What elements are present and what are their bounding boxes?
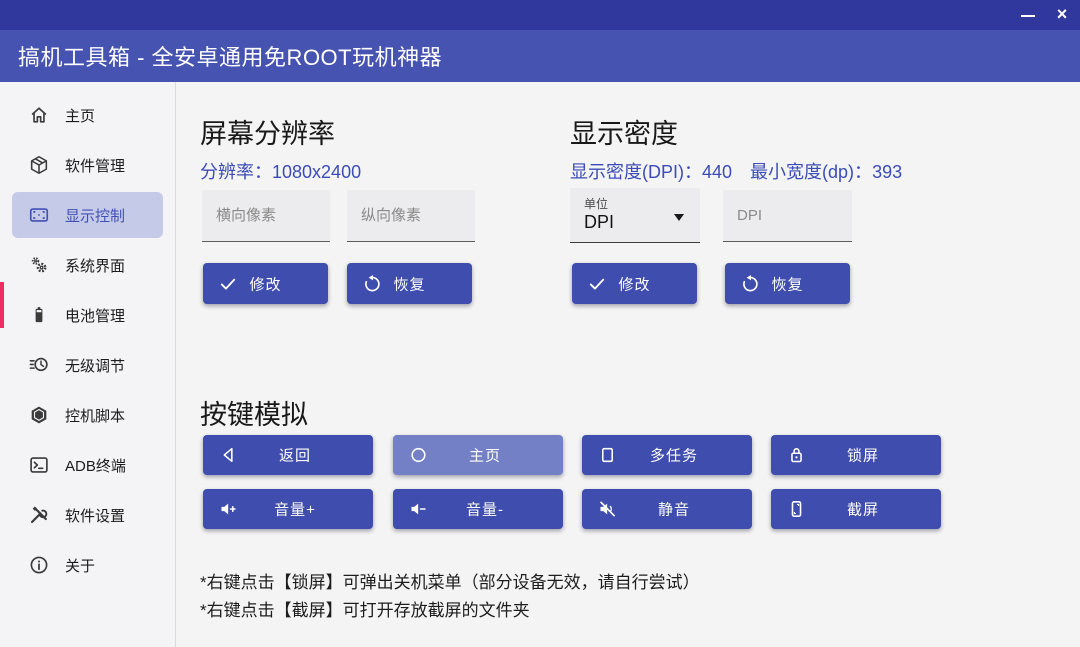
horizontal-pixels-input[interactable] (202, 190, 330, 242)
min-width-value: 393 (872, 162, 902, 182)
sidebar-item-label: 系统界面 (65, 255, 125, 276)
sidebar-item-label: 软件设置 (65, 505, 125, 526)
tuning-clock-icon (28, 354, 50, 376)
resolution-section-title: 屏幕分辨率 (200, 112, 335, 151)
minimize-button[interactable] (1012, 0, 1044, 30)
sidebar-item-label: ADB终端 (65, 455, 126, 476)
button-label: 音量+ (203, 499, 373, 520)
lock-screen-note: *右键点击【锁屏】可弹出关机菜单（部分设备无效，请自行尝试） (200, 568, 700, 593)
back-key-button[interactable]: 返回 (203, 435, 373, 475)
info-icon (28, 554, 50, 576)
sidebar-item-label: 关于 (65, 555, 95, 576)
display-icon (28, 204, 50, 226)
button-label: 锁屏 (771, 445, 941, 466)
sidebar-item-battery[interactable]: 电池管理 (12, 292, 163, 338)
sidebar: 主页 软件管理 显示控制 系统界面 电池管理 无级调节 控机脚本 (0, 82, 176, 647)
min-width-label: 最小宽度(dp)： (750, 162, 872, 182)
sidebar-item-app-settings[interactable]: 软件设置 (12, 492, 163, 538)
home-icon (28, 104, 50, 126)
sidebar-item-label: 显示控制 (65, 205, 125, 226)
tools-icon (28, 504, 50, 526)
screenshot-note: *右键点击【截屏】可打开存放截屏的文件夹 (200, 596, 530, 621)
terminal-icon (28, 454, 50, 476)
sidebar-item-adb-terminal[interactable]: ADB终端 (12, 442, 163, 488)
minimize-icon (1021, 15, 1035, 17)
app-title: 搞机工具箱 - 全安卓通用免ROOT玩机神器 (18, 40, 442, 72)
screenshot-button[interactable]: 截屏 (771, 489, 941, 529)
button-label: 恢复 (347, 273, 472, 294)
hexagon-script-icon (28, 404, 50, 426)
resolution-restore-button[interactable]: 恢复 (347, 263, 472, 304)
close-button[interactable]: × (1046, 0, 1078, 30)
button-label: 多任务 (582, 445, 752, 466)
battery-icon (28, 304, 50, 326)
button-label: 恢复 (725, 273, 850, 294)
sidebar-item-home[interactable]: 主页 (12, 92, 163, 138)
package-icon (28, 154, 50, 176)
sidebar-item-control-script[interactable]: 控机脚本 (12, 392, 163, 438)
recents-key-button[interactable]: 多任务 (582, 435, 752, 475)
chevron-down-icon (674, 214, 684, 221)
density-info: 显示密度(DPI)：440 最小宽度(dp)：393 (570, 158, 920, 184)
lock-screen-button[interactable]: 锁屏 (771, 435, 941, 475)
dpi-label: 显示密度(DPI)： (570, 162, 702, 182)
mute-button[interactable]: 静音 (582, 489, 752, 529)
unit-select-value: DPI (584, 212, 614, 233)
button-label: 返回 (203, 445, 373, 466)
selected-item-indicator (0, 282, 4, 328)
volume-up-button[interactable]: 音量+ (203, 489, 373, 529)
resolution-modify-button[interactable]: 修改 (203, 263, 328, 304)
density-section-title: 显示密度 (570, 112, 678, 151)
sidebar-item-display-control[interactable]: 显示控制 (12, 192, 163, 238)
sidebar-item-label: 软件管理 (65, 155, 125, 176)
volume-down-button[interactable]: 音量- (393, 489, 563, 529)
resolution-value: 1080x2400 (272, 162, 361, 182)
gears-icon (28, 254, 50, 276)
keysim-section-title: 按键模拟 (200, 393, 308, 432)
button-label: 静音 (582, 499, 752, 520)
sidebar-item-about[interactable]: 关于 (12, 542, 163, 588)
resolution-label: 分辨率： (200, 162, 272, 182)
sidebar-item-label: 控机脚本 (65, 405, 125, 426)
button-label: 截屏 (771, 499, 941, 520)
sidebar-item-stepless-tuning[interactable]: 无级调节 (12, 342, 163, 388)
home-key-button[interactable]: 主页 (393, 435, 563, 475)
sidebar-item-system-ui[interactable]: 系统界面 (12, 242, 163, 288)
density-modify-button[interactable]: 修改 (572, 263, 697, 304)
vertical-pixels-input[interactable] (347, 190, 475, 242)
sidebar-item-label: 电池管理 (65, 305, 125, 326)
sidebar-item-label: 主页 (65, 105, 95, 126)
app-window: × 搞机工具箱 - 全安卓通用免ROOT玩机神器 主页 软件管理 显示控制 系统… (0, 0, 1080, 647)
unit-select-label: 单位 (584, 195, 608, 212)
resolution-info: 分辨率：1080x2400 (200, 158, 379, 184)
button-label: 修改 (203, 273, 328, 294)
button-label: 音量- (393, 499, 563, 520)
dpi-value: 440 (702, 162, 732, 182)
unit-select[interactable]: 单位 DPI (570, 188, 700, 243)
dpi-input[interactable] (723, 190, 852, 242)
density-restore-button[interactable]: 恢复 (725, 263, 850, 304)
button-label: 主页 (393, 445, 563, 466)
button-label: 修改 (572, 273, 697, 294)
sidebar-item-app-management[interactable]: 软件管理 (12, 142, 163, 188)
sidebar-item-label: 无级调节 (65, 355, 125, 376)
title-bar: × (0, 0, 1080, 30)
app-header: 搞机工具箱 - 全安卓通用免ROOT玩机神器 (0, 30, 1080, 82)
